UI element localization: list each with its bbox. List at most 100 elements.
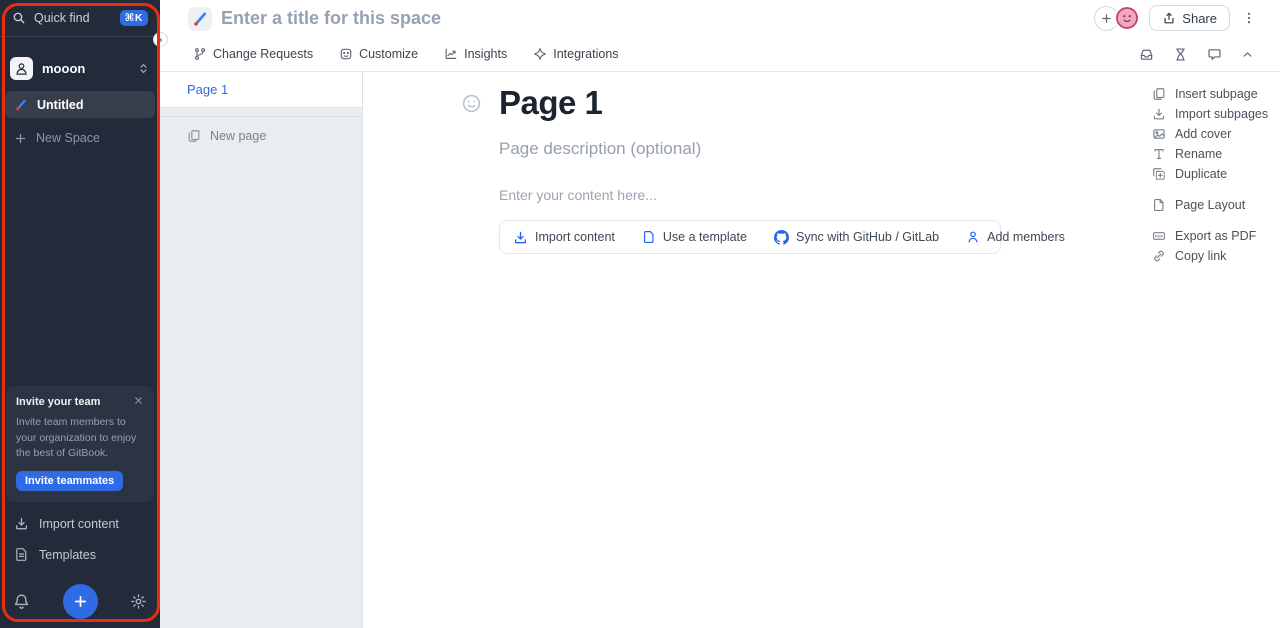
pages-icon (1153, 88, 1165, 100)
plus-icon (15, 133, 26, 143)
workspace-switcher[interactable]: mooon (0, 52, 160, 84)
menu-insert-subpage[interactable]: Insert subpage (1152, 84, 1268, 104)
editor-column: Page 1 Page description (optional) Enter… (364, 72, 1280, 254)
titlebar: Enter a title for this space Share (160, 0, 1280, 37)
menu-add-cover[interactable]: Add cover (1152, 124, 1268, 144)
comment-icon[interactable] (1207, 47, 1222, 62)
action-label: Add members (987, 230, 1065, 244)
workspace-avatar-icon (16, 62, 27, 75)
hourglass-icon[interactable] (1173, 47, 1188, 62)
close-icon[interactable] (133, 395, 144, 406)
workspace-name: mooon (42, 60, 86, 76)
pages-panel: Page 1 New page (160, 72, 363, 628)
menu-duplicate[interactable]: Duplicate (1152, 164, 1268, 184)
tab-bar: Change Requests Customize Insights Integ… (160, 37, 1280, 72)
settings-button[interactable] (130, 593, 147, 610)
tab-label: Insights (464, 47, 508, 61)
sync-github-button[interactable]: Sync with GitHub / GitLab (773, 229, 940, 245)
menu-label: Export as PDF (1175, 229, 1257, 243)
image-icon (1153, 129, 1165, 139)
space-emoji-button[interactable] (188, 6, 212, 31)
menu-export-pdf[interactable]: PDF Export as PDF (1152, 226, 1268, 246)
page-title[interactable]: Page 1 (499, 84, 603, 122)
sidebar-import-label: Import content (39, 516, 119, 531)
more-options-button[interactable] (1240, 9, 1258, 27)
menu-label: Rename (1175, 147, 1223, 161)
tab-change-requests[interactable]: Change Requests (193, 47, 313, 61)
menu-page-layout[interactable]: Page Layout (1152, 195, 1268, 215)
use-template-button[interactable]: Use a template (642, 230, 747, 244)
quick-actions-bar: Import content Use a template Sync with … (499, 220, 1065, 254)
search-icon (13, 12, 25, 24)
tab-customize[interactable]: Customize (339, 47, 418, 61)
action-label: Use a template (662, 230, 747, 244)
tab-label: Change Requests (213, 47, 314, 61)
chevron-up-icon[interactable] (1241, 48, 1254, 61)
notifications-button[interactable] (13, 593, 30, 610)
share-button[interactable]: Share (1149, 5, 1230, 31)
quick-find[interactable]: Quick find ⌘K (0, 0, 160, 37)
git-branch-icon (194, 48, 206, 60)
sidebar-footer: Import content Templates (0, 512, 160, 566)
menu-label: Import subpages (1175, 107, 1269, 121)
pdf-icon: PDF (1153, 232, 1165, 240)
action-label: Import content (535, 230, 615, 244)
customize-icon (340, 48, 352, 60)
brush-icon (16, 99, 26, 110)
gitbook-app: Quick find ⌘K mooon Untitled New Space I… (0, 0, 1280, 628)
layout-icon (1154, 199, 1164, 211)
page-tree-item-selected[interactable]: Page 1 (160, 72, 362, 108)
header: Enter a title for this space Share Chang… (160, 0, 1280, 72)
invite-card-title: Invite your team (16, 395, 101, 408)
gear-icon (131, 593, 146, 609)
tab-label: Integrations (553, 47, 619, 61)
emoji-picker-button[interactable] (461, 93, 482, 114)
plus-icon (1102, 13, 1112, 23)
invite-team-card: Invite your team Invite team members to … (6, 385, 154, 502)
invite-teammates-button[interactable]: Invite teammates (16, 471, 124, 491)
svg-text:PDF: PDF (1155, 234, 1164, 239)
new-space-label: New Space (36, 131, 100, 145)
header-actions: Share (1094, 5, 1258, 31)
plus-icon (74, 595, 86, 607)
shortcut-badge: ⌘K (119, 10, 148, 26)
import-content-button[interactable]: Import content (513, 230, 615, 245)
import-icon (1153, 108, 1165, 120)
menu-label: Copy link (1175, 249, 1227, 263)
smiley-icon (462, 94, 481, 113)
space-title-input[interactable]: Enter a title for this space (221, 8, 441, 29)
duplicate-icon (1153, 168, 1165, 180)
menu-import-subpages[interactable]: Import subpages (1152, 104, 1268, 124)
sidebar-import-content[interactable]: Import content (0, 512, 160, 535)
person-icon (968, 231, 978, 243)
action-label: Sync with GitHub / GitLab (795, 230, 940, 244)
menu-rename[interactable]: Rename (1152, 144, 1268, 164)
sidebar: Quick find ⌘K mooon Untitled New Space I… (0, 0, 160, 628)
sidebar-templates[interactable]: Templates (0, 543, 160, 566)
menu-copy-link[interactable]: Copy link (1152, 246, 1268, 266)
tab-label: Customize (359, 47, 419, 61)
bell-icon (14, 593, 29, 609)
sidebar-item-label: Untitled (37, 97, 84, 112)
github-icon (773, 229, 789, 245)
templates-icon (16, 548, 27, 561)
main-editor: Page 1 Page description (optional) Enter… (364, 72, 1280, 628)
menu-label: Page Layout (1175, 198, 1246, 212)
user-avatar[interactable] (1114, 5, 1141, 31)
sidebar-bottom-bar (0, 574, 160, 628)
sidebar-templates-label: Templates (39, 547, 96, 562)
tab-integrations[interactable]: Integrations (533, 47, 619, 61)
tab-insights[interactable]: Insights (444, 47, 507, 61)
link-icon (1154, 250, 1164, 262)
add-members-button[interactable]: Add members (966, 230, 1065, 244)
share-label: Share (1182, 10, 1217, 26)
inbox-icon[interactable] (1139, 47, 1154, 62)
menu-label: Insert subpage (1175, 87, 1258, 101)
sidebar-collapse-handle[interactable] (153, 32, 168, 47)
sidebar-item-untitled[interactable]: Untitled (5, 91, 155, 118)
menu-label: Duplicate (1175, 167, 1228, 181)
new-space-button[interactable]: New Space (5, 125, 155, 151)
add-button[interactable] (62, 583, 98, 619)
new-page-button[interactable]: New page (160, 117, 362, 155)
